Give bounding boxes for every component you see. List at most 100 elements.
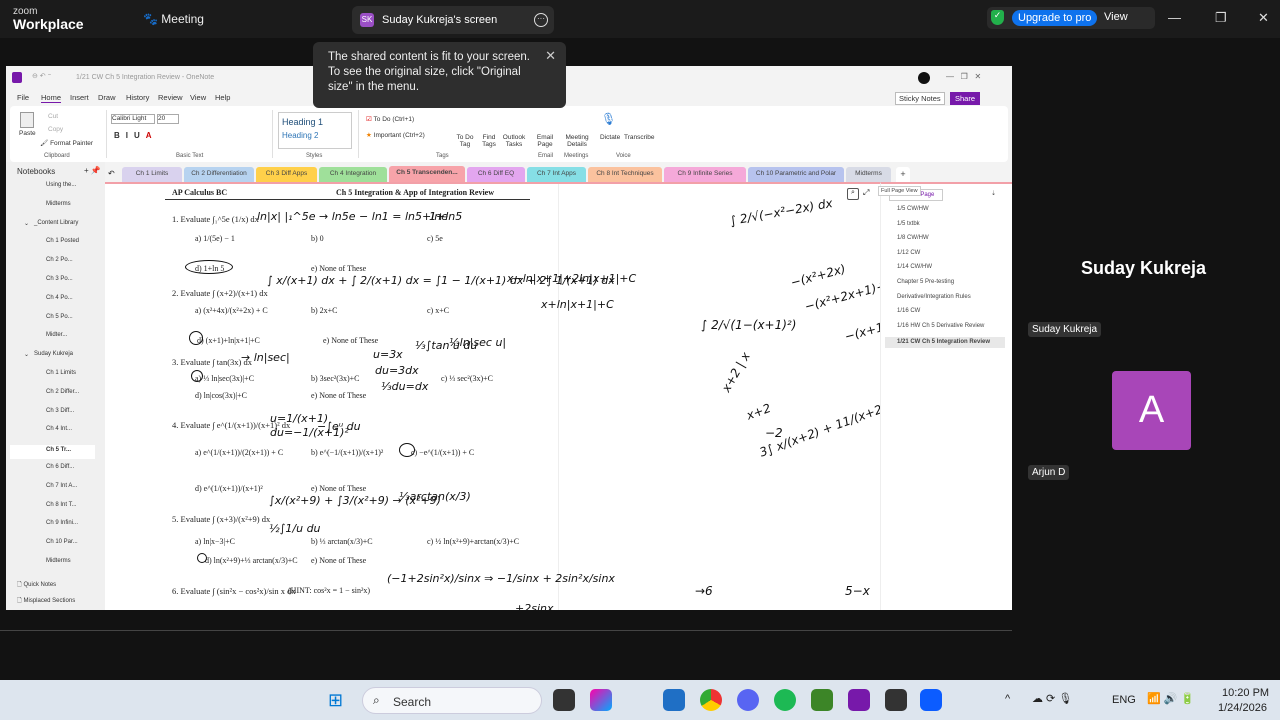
section-item[interactable]: Ch 5 Tr...: [10, 445, 95, 460]
misplaced-sections[interactable]: 🗋 Misplaced Sections: [17, 596, 75, 606]
app-icon[interactable]: [885, 689, 907, 711]
quick-notes[interactable]: 🗋 Quick Notes: [17, 580, 56, 590]
clock-date[interactable]: 1/24/2026: [1218, 702, 1267, 714]
sync-icon[interactable]: ↶: [108, 169, 115, 178]
language-indicator[interactable]: ENG: [1112, 694, 1136, 706]
menu-draw[interactable]: Draw: [98, 93, 116, 102]
font-select[interactable]: Calibri Light: [111, 114, 155, 124]
find-tags-button[interactable]: Find Tags: [480, 134, 498, 148]
dictate-button[interactable]: Dictate: [600, 134, 620, 141]
page-item[interactable]: 1/16 CW: [897, 308, 920, 319]
heading-2-style[interactable]: Heading 2: [282, 131, 351, 140]
section-item[interactable]: Ch 9 Infini...: [46, 520, 78, 532]
window-controls[interactable]: — ❐ ✕: [946, 72, 981, 81]
section-tab-11[interactable]: Midterms: [846, 167, 891, 182]
more-options-icon[interactable]: ···: [534, 13, 548, 27]
section-item[interactable]: Using the...: [46, 182, 76, 194]
participant-avatar[interactable]: A: [1112, 371, 1191, 450]
section-tab-7[interactable]: Ch 7 Int Apps: [527, 167, 586, 182]
page-item[interactable]: 1/14 CW/HW: [897, 264, 932, 275]
profile-avatar[interactable]: [918, 72, 930, 84]
share-button[interactable]: Share: [950, 92, 981, 105]
tray-icons[interactable]: ☁ ⟳ 🎙: [1032, 692, 1072, 705]
important-tag[interactable]: ★ Important (Ctrl+2): [366, 131, 425, 139]
add-notebook-icon[interactable]: + 📌: [84, 166, 101, 175]
menu-insert[interactable]: Insert: [70, 93, 89, 102]
page-item[interactable]: Derivative/Integration Rules: [897, 294, 971, 305]
chrome-icon[interactable]: [700, 689, 722, 711]
section-item[interactable]: Midter...: [46, 332, 67, 344]
wifi-volume-battery-icons[interactable]: 📶 🔊 🔋: [1147, 692, 1194, 705]
page-item[interactable]: 1/21 CW Ch 5 Integration Review: [885, 337, 1005, 349]
menu-review[interactable]: Review: [158, 93, 183, 102]
clock-time[interactable]: 10:20 PM: [1222, 687, 1269, 699]
view-button[interactable]: View: [1104, 11, 1128, 23]
page-item[interactable]: 1/16 HW Ch 5 Derivative Review: [897, 323, 984, 334]
meeting-details-button[interactable]: Meeting Details: [564, 134, 590, 148]
menu-view[interactable]: View: [190, 93, 206, 102]
outlook-tasks-button[interactable]: Outlook Tasks: [502, 134, 526, 148]
photos-icon[interactable]: [663, 689, 685, 711]
section-item[interactable]: Ch 4 Int...: [46, 426, 72, 438]
section-item[interactable]: Ch 2 Differ...: [46, 389, 79, 401]
cut-button[interactable]: Cut: [48, 113, 58, 120]
section-tab-8[interactable]: Ch 8 Int Techniques: [588, 167, 662, 182]
restore-icon[interactable]: ❐: [1215, 10, 1227, 26]
tray-chevron-icon[interactable]: ^: [1005, 693, 1010, 705]
section-item[interactable]: Ch 8 Int T...: [46, 502, 77, 514]
copilot-icon[interactable]: [590, 689, 612, 711]
full-page-view-icon[interactable]: ⤢: [863, 188, 869, 198]
section-tab-4[interactable]: Ch 4 Integration: [319, 167, 387, 182]
close-tooltip-icon[interactable]: ✕: [545, 48, 556, 63]
page-item[interactable]: 1/8 CW/HW: [897, 235, 929, 246]
page-item[interactable]: Chapter 5 Pre-testing: [897, 279, 954, 290]
spotify-icon[interactable]: [774, 689, 796, 711]
page-item[interactable]: 1/5 txtbk: [897, 221, 920, 232]
close-icon[interactable]: ✕: [1258, 10, 1269, 26]
sticky-notes-button[interactable]: Sticky Notes: [895, 92, 945, 105]
section-tab-6[interactable]: Ch 6 Diff EQ: [467, 167, 525, 182]
section-item[interactable]: Ch 6 Diff...: [46, 464, 74, 476]
section-item[interactable]: Ch 5 Po...: [46, 314, 73, 326]
notebook-group[interactable]: _Content Library: [34, 220, 78, 232]
section-tab-3[interactable]: Ch 3 Diff Apps: [256, 167, 317, 182]
search-page-icon[interactable]: ⌕: [847, 188, 859, 200]
notebook-group[interactable]: Suday Kukreja: [34, 351, 73, 363]
back-icon[interactable]: ⊖ ↶ ⁼: [32, 72, 51, 80]
section-item[interactable]: Ch 3 Po...: [46, 276, 73, 288]
screen-share-pill[interactable]: SK Suday Kukreja's screen ···: [352, 6, 554, 34]
search-box[interactable]: ⌕ Search: [362, 687, 542, 714]
section-tab-5[interactable]: Ch 5 Transcenden...: [389, 166, 465, 182]
page-item[interactable]: 1/12 CW: [897, 250, 920, 261]
section-item[interactable]: Midterms: [46, 558, 71, 570]
todo-tag-button[interactable]: To Do Tag: [456, 134, 474, 148]
onenote-taskbar-icon[interactable]: [848, 689, 870, 711]
upgrade-button[interactable]: Upgrade to pro: [1012, 10, 1098, 26]
menu-home[interactable]: Home: [41, 93, 62, 103]
format-buttons[interactable]: BIUA: [114, 131, 158, 140]
todo-tag[interactable]: ☑ To Do (Ctrl+1): [366, 115, 414, 123]
sort-icon[interactable]: ⇣: [991, 190, 996, 197]
section-item[interactable]: Ch 4 Po...: [46, 295, 73, 307]
section-tab-2[interactable]: Ch 2 Differentiation: [184, 167, 254, 182]
chevron-down-icon[interactable]: ⌄: [24, 220, 29, 227]
discord-icon[interactable]: [737, 689, 759, 711]
section-item[interactable]: Midterms: [46, 201, 71, 213]
font-size-select[interactable]: 20: [157, 114, 179, 124]
paste-button[interactable]: Paste: [19, 130, 36, 137]
format-painter-button[interactable]: 🖌 Format Painter: [40, 139, 93, 147]
start-icon[interactable]: ⊞: [328, 689, 350, 711]
zoom-taskbar-icon[interactable]: [920, 689, 942, 711]
task-view-icon[interactable]: [553, 689, 575, 711]
section-tab-9[interactable]: Ch 9 Infinite Series: [664, 167, 746, 182]
minecraft-icon[interactable]: [811, 689, 833, 711]
section-item[interactable]: Ch 10 Par...: [46, 539, 78, 551]
minimize-icon[interactable]: —: [1168, 10, 1181, 25]
copy-button[interactable]: Copy: [48, 126, 63, 133]
transcribe-button[interactable]: Transcribe: [624, 134, 654, 141]
menu-help[interactable]: Help: [215, 93, 230, 102]
chevron-down-icon[interactable]: ⌄: [24, 351, 29, 358]
section-item[interactable]: Ch 1 Posted: [46, 238, 79, 250]
section-item[interactable]: Ch 3 Diff...: [46, 408, 74, 420]
page-canvas[interactable]: AP Calculus BC Ch 5 Integration & App of…: [105, 182, 880, 610]
